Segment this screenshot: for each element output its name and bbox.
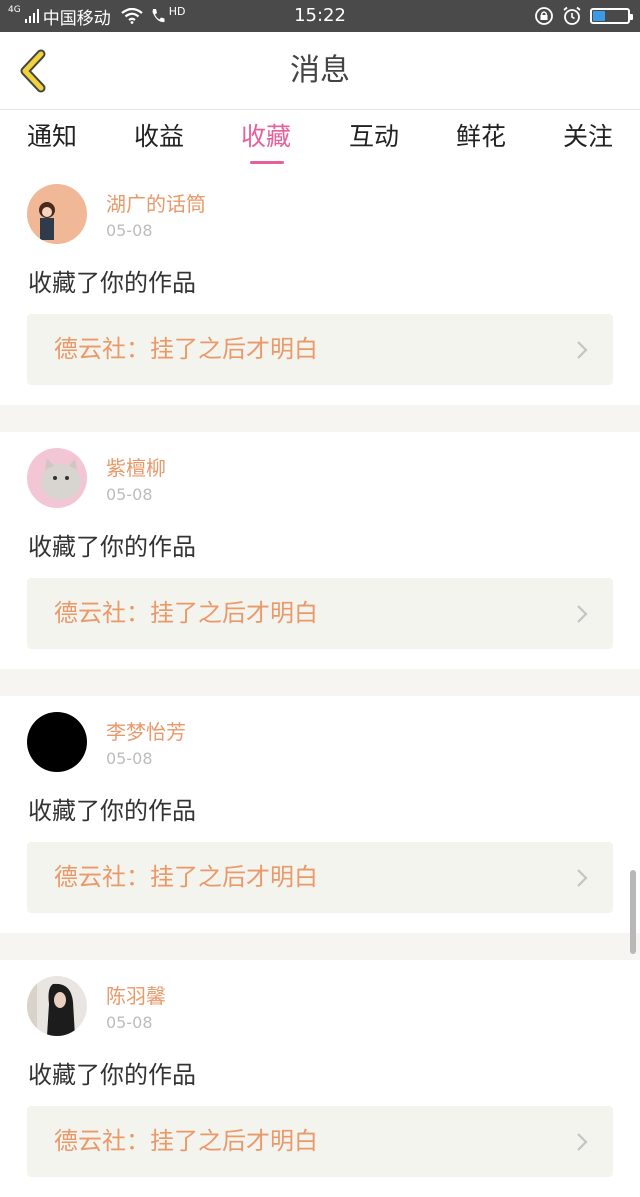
chevron-right-icon xyxy=(577,1133,588,1151)
tab-interactions[interactable]: 互动 xyxy=(334,110,414,168)
chevron-right-icon xyxy=(577,605,588,623)
divider xyxy=(0,405,640,432)
avatar[interactable] xyxy=(27,448,87,508)
work-link[interactable]: 德云社：挂了之后才明白 xyxy=(27,314,613,385)
scrollbar[interactable] xyxy=(630,870,636,954)
rotation-lock-icon xyxy=(535,7,553,25)
alarm-icon xyxy=(563,6,581,25)
avatar[interactable] xyxy=(27,976,87,1036)
notification-message: 收藏了你的作品 xyxy=(28,269,196,297)
list-item: 陈羽馨 05-08 收藏了你的作品 德云社：挂了之后才明白 xyxy=(0,960,640,1197)
user-name[interactable]: 李梦怡芳 xyxy=(106,716,186,745)
work-title: 德云社：挂了之后才明白 xyxy=(54,335,318,363)
tab-follows[interactable]: 关注 xyxy=(548,110,628,168)
tab-favorites[interactable]: 收藏 xyxy=(226,110,306,168)
work-link[interactable]: 德云社：挂了之后才明白 xyxy=(27,578,613,649)
tab-bar: 通知 收益 收藏 互动 鲜花 关注 xyxy=(0,110,640,168)
notification-date: 05-08 xyxy=(106,749,153,768)
divider xyxy=(0,669,640,696)
tab-flowers[interactable]: 鲜花 xyxy=(441,110,521,168)
page-title: 消息 xyxy=(290,53,350,88)
list-item: 湖广的话筒 05-08 收藏了你的作品 德云社：挂了之后才明白 xyxy=(0,168,640,405)
work-link[interactable]: 德云社：挂了之后才明白 xyxy=(27,842,613,913)
work-link[interactable]: 德云社：挂了之后才明白 xyxy=(27,1106,613,1177)
notification-date: 05-08 xyxy=(106,1013,153,1032)
list-item: 李梦怡芳 05-08 收藏了你的作品 德云社：挂了之后才明白 xyxy=(0,696,640,933)
chevron-right-icon xyxy=(577,869,588,887)
notification-date: 05-08 xyxy=(106,485,153,504)
list-item: 紫檀柳 05-08 收藏了你的作品 德云社：挂了之后才明白 xyxy=(0,432,640,669)
notification-list: 湖广的话筒 05-08 收藏了你的作品 德云社：挂了之后才明白 紫檀柳 05-0… xyxy=(0,168,640,1197)
header-bar: 消息 xyxy=(0,32,640,110)
notification-message: 收藏了你的作品 xyxy=(28,797,196,825)
user-name[interactable]: 湖广的话筒 xyxy=(106,188,206,217)
work-title: 德云社：挂了之后才明白 xyxy=(54,599,318,627)
battery-icon xyxy=(590,8,633,24)
notification-message: 收藏了你的作品 xyxy=(28,533,196,561)
work-title: 德云社：挂了之后才明白 xyxy=(54,863,318,891)
work-title: 德云社：挂了之后才明白 xyxy=(54,1127,318,1155)
status-bar: 4G 中国移动 HD 15:22 xyxy=(0,0,640,32)
user-name[interactable]: 陈羽馨 xyxy=(106,980,166,1009)
tab-earnings[interactable]: 收益 xyxy=(119,110,199,168)
avatar[interactable] xyxy=(27,712,87,772)
notification-date: 05-08 xyxy=(106,221,153,240)
chevron-right-icon xyxy=(577,341,588,359)
divider xyxy=(0,933,640,960)
active-tab-indicator xyxy=(250,161,284,164)
user-name[interactable]: 紫檀柳 xyxy=(106,452,166,481)
tab-notifications[interactable]: 通知 xyxy=(12,110,92,168)
notification-message: 收藏了你的作品 xyxy=(28,1061,196,1089)
avatar[interactable] xyxy=(27,184,87,244)
